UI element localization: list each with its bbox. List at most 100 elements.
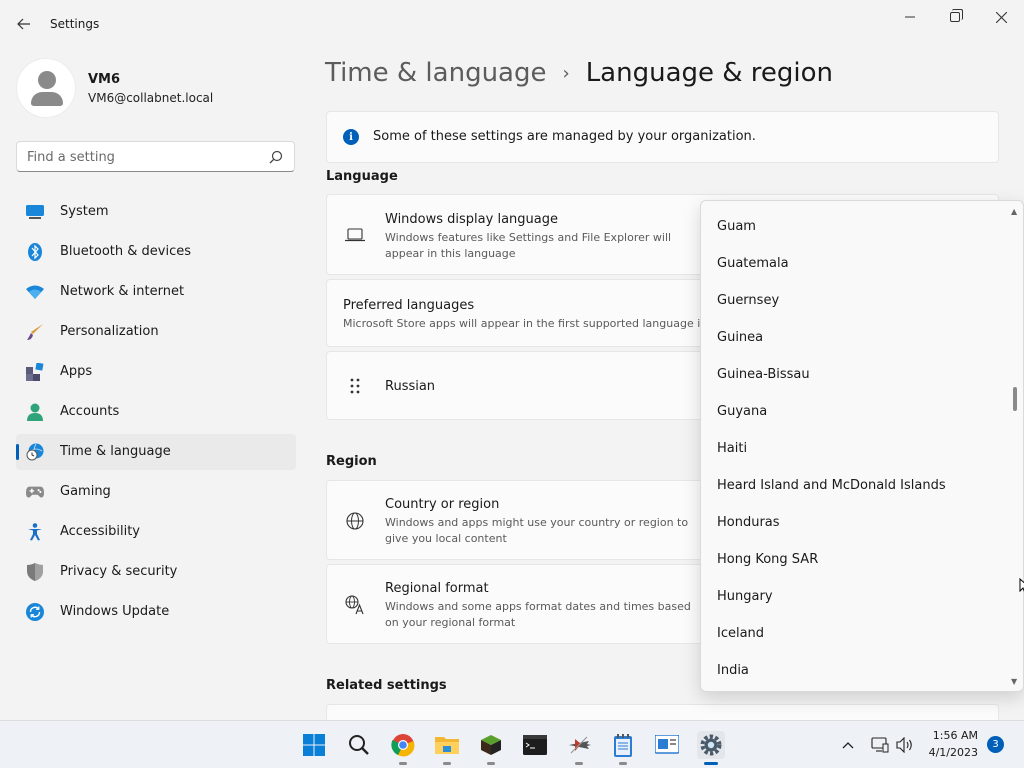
taskbar-minecraft[interactable] — [477, 731, 505, 765]
sidebar-item-label: Apps — [60, 364, 93, 379]
bluetooth-icon — [26, 243, 44, 261]
network-icon — [871, 737, 889, 753]
accessibility-icon — [26, 523, 44, 541]
dropdown-option[interactable]: Guam — [717, 219, 756, 234]
clock-date: 4/1/2023 — [928, 746, 978, 759]
sidebar-item-label: Gaming — [60, 484, 111, 499]
preferred-languages-title: Preferred languages — [343, 298, 475, 313]
sidebar-item-label: Network & internet — [60, 284, 185, 299]
section-title-related-settings: Related settings — [326, 678, 447, 693]
running-indicator — [619, 762, 627, 765]
restore-button[interactable] — [932, 4, 978, 30]
country-or-region-title: Country or region — [385, 497, 500, 512]
windows-start-icon — [303, 734, 325, 756]
running-indicator — [575, 762, 583, 765]
dropdown-option[interactable]: Hungary — [717, 589, 773, 604]
dropdown-option[interactable]: Iceland — [717, 626, 764, 641]
taskbar-plane-app[interactable] — [565, 731, 593, 765]
taskbar-notepad[interactable] — [609, 731, 637, 765]
dropdown-scrollbar-thumb[interactable] — [1013, 387, 1017, 411]
drag-handle-icon[interactable] — [345, 376, 365, 396]
back-button[interactable] — [12, 12, 36, 36]
search-input[interactable] — [27, 148, 257, 166]
person-icon — [26, 403, 44, 421]
taskbar: 1:56 AM 4/1/2023 3 — [0, 720, 1024, 768]
active-app-indicator — [704, 762, 718, 765]
system-icon — [26, 203, 44, 221]
dropdown-option[interactable]: India — [717, 663, 749, 678]
search-box — [16, 141, 295, 172]
taskbar-terminal[interactable] — [521, 731, 549, 759]
language-name: Russian — [385, 379, 436, 394]
sidebar-item-bluetooth[interactable]: Bluetooth & devices — [16, 234, 296, 270]
network-tray-button[interactable] — [868, 731, 892, 759]
taskbar-settings[interactable] — [697, 731, 725, 765]
minimize-icon — [905, 16, 915, 18]
scroll-down-arrow-icon[interactable]: ▼ — [1011, 678, 1019, 686]
search-icon[interactable] — [269, 150, 283, 164]
show-hidden-icons-button[interactable] — [836, 731, 860, 759]
breadcrumb-parent-link[interactable]: Time & language — [325, 58, 546, 88]
update-icon — [26, 603, 44, 621]
clock-time: 1:56 AM — [932, 729, 978, 742]
minimize-button[interactable] — [887, 4, 933, 30]
settings-gear-icon — [700, 734, 722, 756]
close-button[interactable] — [978, 4, 1024, 30]
sidebar-item-accessibility[interactable]: Accessibility — [16, 514, 296, 550]
search-icon — [349, 735, 369, 755]
sidebar-item-label: Privacy & security — [60, 564, 178, 579]
settings-window: Settings VM6 VM6@collabnet.local System — [0, 0, 1024, 724]
taskbar-file-explorer[interactable] — [433, 731, 461, 765]
minecraft-icon — [481, 735, 501, 755]
sidebar-item-windows-update[interactable]: Windows Update — [16, 594, 296, 630]
sidebar-item-network[interactable]: Network & internet — [16, 274, 296, 310]
country-region-dropdown[interactable]: ▲ Guam Guatemala Guernsey Guinea Guinea-… — [700, 200, 1024, 692]
sidebar-item-system[interactable]: System — [16, 194, 296, 230]
scroll-up-arrow-icon[interactable]: ▲ — [1011, 208, 1019, 216]
sidebar-item-personalization[interactable]: Personalization — [16, 314, 296, 350]
info-icon: i — [343, 129, 359, 145]
dropdown-option[interactable]: Guyana — [717, 404, 767, 419]
dropdown-option[interactable]: Guernsey — [717, 293, 779, 308]
chrome-icon — [391, 734, 415, 757]
running-indicator — [399, 762, 407, 765]
dropdown-option[interactable]: Honduras — [717, 515, 780, 530]
taskbar-search-button[interactable] — [345, 731, 373, 759]
sidebar-item-privacy[interactable]: Privacy & security — [16, 554, 296, 590]
sidebar-item-gaming[interactable]: Gaming — [16, 474, 296, 510]
sidebar-item-label: Time & language — [60, 444, 171, 459]
globe-icon — [345, 511, 365, 531]
sidebar-item-label: Bluetooth & devices — [60, 244, 191, 259]
close-icon — [995, 11, 1007, 23]
dropdown-option[interactable]: Haiti — [717, 441, 747, 456]
sidebar-item-apps[interactable]: Apps — [16, 354, 296, 390]
dropdown-option[interactable]: Heard Island and McDonald Islands — [717, 478, 946, 493]
mouse-cursor-icon — [1019, 578, 1024, 593]
arrow-left-icon — [17, 18, 30, 30]
volume-icon — [896, 737, 912, 753]
sidebar-nav: System Bluetooth & devices Network & int… — [16, 194, 296, 634]
taskbar-remote-desktop[interactable] — [653, 731, 681, 759]
start-button[interactable] — [300, 731, 328, 759]
running-indicator — [443, 762, 451, 765]
sidebar-item-label: System — [60, 204, 109, 219]
display-language-title: Windows display language — [385, 212, 558, 227]
preferred-languages-description: Microsoft Store apps will appear in the … — [343, 317, 703, 330]
dropdown-option[interactable]: Guatemala — [717, 256, 789, 271]
notification-badge[interactable]: 3 — [987, 736, 1004, 753]
sidebar-item-time-language[interactable]: Time & language — [16, 434, 296, 470]
avatar — [16, 58, 76, 118]
dropdown-option[interactable]: Hong Kong SAR — [717, 552, 818, 567]
avatar-person-body — [31, 92, 63, 106]
sidebar-item-accounts[interactable]: Accounts — [16, 394, 296, 430]
taskbar-chrome[interactable] — [389, 731, 417, 765]
volume-tray-button[interactable] — [893, 731, 917, 759]
dropdown-option[interactable]: Guinea — [717, 330, 763, 345]
sidebar-item-label: Accessibility — [60, 524, 140, 539]
terminal-icon — [523, 735, 547, 755]
running-indicator — [487, 762, 495, 765]
shield-icon — [26, 563, 44, 581]
regional-format-icon — [345, 595, 365, 615]
dropdown-option[interactable]: Guinea-Bissau — [717, 367, 810, 382]
wifi-icon — [26, 283, 44, 301]
